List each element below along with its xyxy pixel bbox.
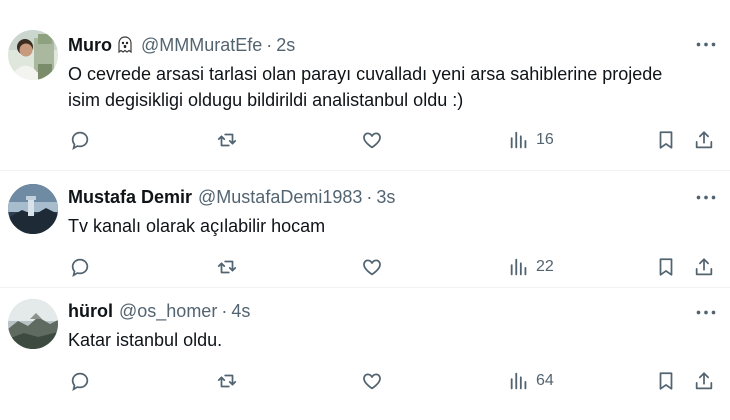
display-name[interactable]: Muro (68, 35, 112, 56)
tweet-text: Tv kanalı olarak açılabilir hocam (68, 213, 718, 239)
reply-button[interactable] (69, 252, 91, 282)
timestamp[interactable]: 3s (376, 187, 395, 208)
retweet-icon (216, 129, 238, 151)
display-name[interactable]: hürol (68, 301, 113, 322)
like-icon (361, 256, 383, 278)
more-icon[interactable] (694, 187, 718, 207)
views-icon (508, 370, 530, 392)
views-icon (508, 129, 530, 151)
user-handle[interactable]: @os_homer (119, 301, 217, 322)
reply-button[interactable] (69, 125, 91, 155)
ghost-icon (117, 36, 133, 54)
avatar[interactable] (8, 299, 58, 349)
share-button[interactable] (693, 252, 715, 282)
avatar[interactable] (8, 184, 58, 234)
reply-icon (69, 256, 91, 278)
tweet-3[interactable]: hürol @os_homer · 4s Katar istanbul oldu… (0, 288, 730, 420)
tweet-text-line-2: isim degisikligi oldugu bildirildi anali… (68, 90, 464, 110)
like-button[interactable] (361, 125, 383, 155)
views-icon (508, 256, 530, 278)
tweet-1[interactable]: Muro @MMMuratEfe · 2s O cevrede arsasi t… (0, 0, 730, 170)
tweet-text-line-1: Tv kanalı olarak açılabilir hocam (68, 216, 326, 236)
tweet-text-line-1: O cevrede arsasi tarlasi olan parayı cuv… (68, 64, 663, 84)
display-name[interactable]: Mustafa Demir (68, 187, 192, 208)
share-button[interactable] (693, 366, 715, 396)
tweet-actions: 64 (0, 366, 730, 396)
like-icon (361, 129, 383, 151)
retweet-icon (216, 370, 238, 392)
tweet-actions: 22 (0, 252, 730, 282)
user-handle[interactable]: @MMMuratEfe (141, 35, 262, 56)
bookmark-button[interactable] (655, 125, 677, 155)
tweet-2[interactable]: Mustafa Demir @MustafaDemi1983 · 3s Tv k… (0, 171, 730, 286)
share-icon (693, 370, 715, 392)
like-icon (361, 370, 383, 392)
retweet-button[interactable] (216, 125, 238, 155)
tweet-text: Katar istanbul oldu. (68, 327, 718, 353)
share-icon (693, 129, 715, 151)
more-icon[interactable] (694, 34, 718, 54)
avatar[interactable] (8, 30, 58, 80)
like-button[interactable] (361, 252, 383, 282)
bookmark-icon (655, 370, 677, 392)
reply-button[interactable] (69, 366, 91, 396)
bookmark-button[interactable] (655, 252, 677, 282)
reply-icon (69, 370, 91, 392)
separator-dot: · (221, 300, 228, 321)
timestamp[interactable]: 2s (276, 35, 295, 56)
share-icon (693, 256, 715, 278)
views-button[interactable]: 22 (508, 252, 554, 282)
views-count: 16 (536, 131, 554, 148)
like-button[interactable] (361, 366, 383, 396)
retweet-button[interactable] (216, 252, 238, 282)
retweet-button[interactable] (216, 366, 238, 396)
tweet-actions: 16 (0, 125, 730, 155)
separator-dot: · (266, 34, 273, 55)
tweet-text: O cevrede arsasi tarlasi olan parayı cuv… (68, 61, 718, 113)
timestamp[interactable]: 4s (231, 301, 250, 322)
bookmark-button[interactable] (655, 366, 677, 396)
separator-dot: · (366, 186, 373, 207)
more-icon[interactable] (694, 302, 718, 322)
views-button[interactable]: 64 (508, 366, 554, 396)
tweet-text-line-1: Katar istanbul oldu. (68, 330, 223, 350)
views-count: 22 (536, 258, 554, 275)
share-button[interactable] (693, 125, 715, 155)
views-button[interactable]: 16 (508, 125, 554, 155)
retweet-icon (216, 256, 238, 278)
bookmark-icon (655, 129, 677, 151)
reply-icon (69, 129, 91, 151)
user-handle[interactable]: @MustafaDemi1983 (198, 187, 362, 208)
views-count: 64 (536, 372, 554, 389)
bookmark-icon (655, 256, 677, 278)
